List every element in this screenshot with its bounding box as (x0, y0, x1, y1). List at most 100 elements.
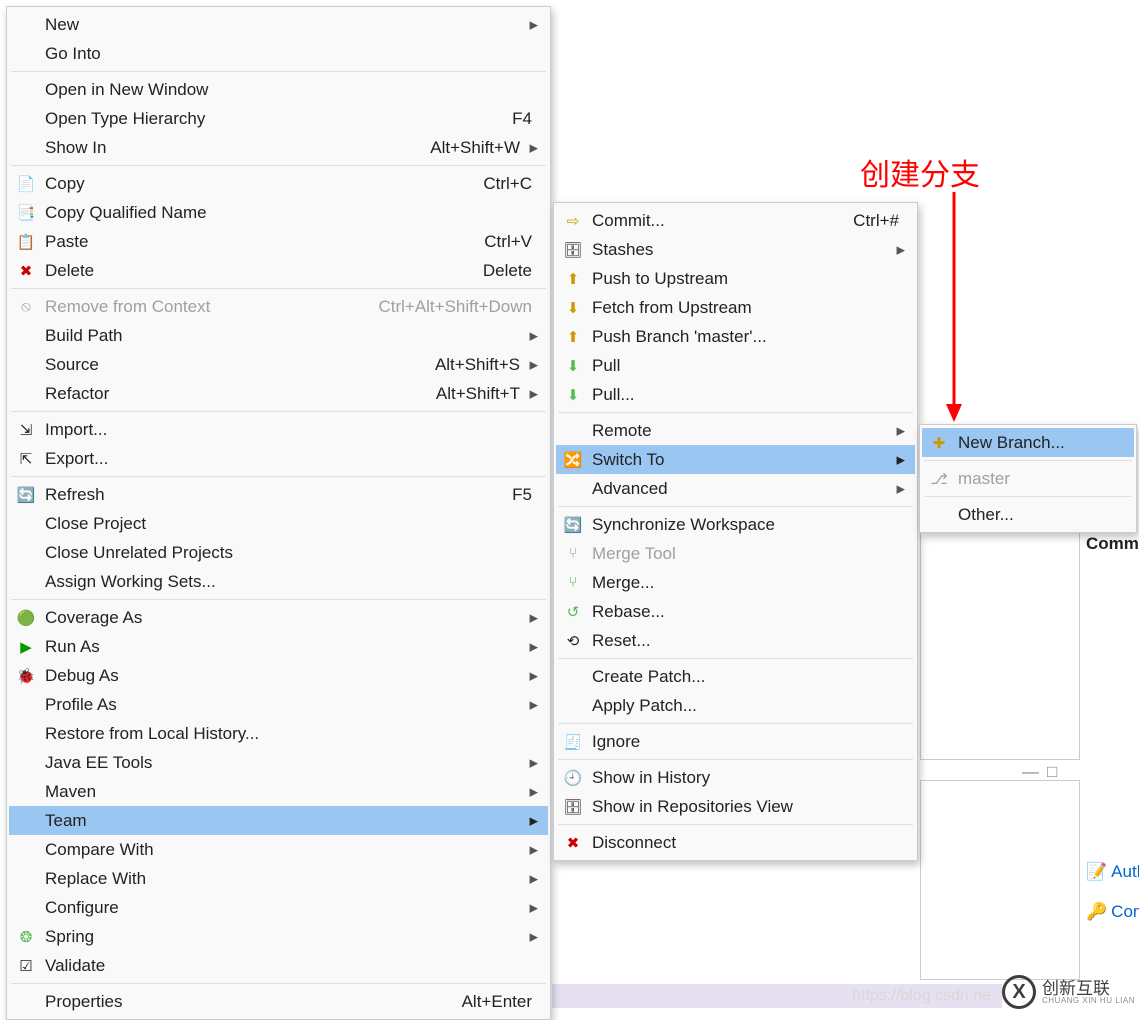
minimize-icon[interactable]: — (1022, 762, 1039, 782)
main-menu-item-open-in-new-window[interactable]: Open in New Window (9, 75, 548, 104)
main-menu-item-refresh[interactable]: 🔄RefreshF5 (9, 480, 548, 509)
menu-separator (558, 412, 913, 413)
validate-icon: ☑ (15, 957, 37, 975)
main-menu-item-run-as[interactable]: ▶Run As▸ (9, 632, 548, 661)
main-menu-item-coverage-as[interactable]: 🟢Coverage As▸ (9, 603, 548, 632)
menu-item-label: Pull... (592, 385, 905, 405)
menu-item-label: Compare With (45, 840, 526, 860)
main-menu-item-delete[interactable]: ✖DeleteDelete (9, 256, 548, 285)
logo-glyph-icon: X (1002, 975, 1036, 1009)
menu-item-label: Close Project (45, 514, 538, 534)
main-menu-item-validate[interactable]: ☑ Validate (9, 951, 548, 980)
main-menu-item-new[interactable]: New▸ (9, 10, 548, 39)
menu-item-label: Team (45, 811, 526, 831)
sync-workspace-icon: 🔄 (562, 516, 584, 534)
menu-item-label: Validate (45, 956, 538, 976)
main-menu-item-debug-as[interactable]: 🐞Debug As▸ (9, 661, 548, 690)
branch-icon: ⎇ (928, 470, 950, 488)
team-menu-item-synchronize-workspace[interactable]: 🔄Synchronize Workspace (556, 510, 915, 539)
menu-item-label: New (45, 15, 526, 35)
menu-item-accel: Alt+Shift+T (436, 384, 526, 404)
team-menu-item-commit[interactable]: ⇨Commit...Ctrl+# (556, 206, 915, 235)
context-menu-main[interactable]: New▸Go IntoOpen in New WindowOpen Type H… (6, 6, 551, 1020)
author-link[interactable]: 📝 Auth (1086, 862, 1139, 882)
main-menu-item-open-type-hierarchy[interactable]: Open Type HierarchyF4 (9, 104, 548, 133)
team-menu-item-show-in-history[interactable]: 🕘Show in History (556, 763, 915, 792)
main-menu-item-import[interactable]: ⇲Import... (9, 415, 548, 444)
main-menu-item-show-in[interactable]: Show InAlt+Shift+W▸ (9, 133, 548, 162)
main-menu-item-assign-working-sets[interactable]: Assign Working Sets... (9, 567, 548, 596)
main-menu-item-compare-with[interactable]: Compare With▸ (9, 835, 548, 864)
committer-link[interactable]: 🔑 Com (1086, 902, 1139, 922)
main-menu-item-source[interactable]: SourceAlt+Shift+S▸ (9, 350, 548, 379)
maximize-icon[interactable]: □ (1047, 762, 1057, 782)
main-menu-item-configure[interactable]: Configure▸ (9, 893, 548, 922)
main-menu-item-copy-qualified-name[interactable]: 📑Copy Qualified Name (9, 198, 548, 227)
team-menu-item-merge[interactable]: ⑂Merge... (556, 568, 915, 597)
logo-text: 创新互联 (1042, 980, 1135, 997)
submenu-arrow-icon: ▸ (526, 666, 538, 686)
menu-item-accel: F5 (512, 485, 538, 505)
export-icon: ⇱ (15, 450, 37, 468)
team-menu-item-reset[interactable]: ⟲Reset... (556, 626, 915, 655)
team-menu-item-pull[interactable]: ⬇Pull... (556, 380, 915, 409)
main-menu-item-refactor[interactable]: RefactorAlt+Shift+T▸ (9, 379, 548, 408)
import-icon: ⇲ (15, 421, 37, 439)
team-menu-item-pull[interactable]: ⬇Pull (556, 351, 915, 380)
main-menu-item-replace-with[interactable]: Replace With▸ (9, 864, 548, 893)
logo: X 创新互联 CHUANG XIN HU LIAN (1002, 975, 1135, 1009)
team-menu-item-stashes[interactable]: 🗄Stashes▸ (556, 235, 915, 264)
team-menu-item-create-patch[interactable]: Create Patch... (556, 662, 915, 691)
context-menu-team[interactable]: ⇨Commit...Ctrl+#🗄Stashes▸⬆Push to Upstre… (553, 202, 918, 861)
team-menu-item-apply-patch[interactable]: Apply Patch... (556, 691, 915, 720)
main-menu-item-go-into[interactable]: Go Into (9, 39, 548, 68)
menu-item-label: Commit... (592, 211, 853, 231)
menu-item-label: Other... (958, 505, 1124, 525)
menu-item-label: Spring (45, 927, 526, 947)
menu-separator (11, 288, 546, 289)
menu-item-label: Push Branch 'master'... (592, 327, 905, 347)
main-menu-item-close-project[interactable]: Close Project (9, 509, 548, 538)
team-menu-item-disconnect[interactable]: ✖Disconnect (556, 828, 915, 857)
team-menu-item-fetch-from-upstream[interactable]: ⬇Fetch from Upstream (556, 293, 915, 322)
merge-icon: ⑂ (562, 574, 584, 591)
team-menu-item-switch-to[interactable]: 🔀Switch To▸ (556, 445, 915, 474)
main-menu-item-paste[interactable]: 📋PasteCtrl+V (9, 227, 548, 256)
main-menu-item-maven[interactable]: Maven▸ (9, 777, 548, 806)
submenu-arrow-icon: ▸ (526, 355, 538, 375)
team-menu-item-push-to-upstream[interactable]: ⬆Push to Upstream (556, 264, 915, 293)
menu-item-accel: Ctrl+# (853, 211, 905, 231)
submenu-arrow-icon: ▸ (893, 450, 905, 470)
team-menu-item-push-branch-master[interactable]: ⬆Push Branch 'master'... (556, 322, 915, 351)
switch-menu-item-other[interactable]: Other... (922, 500, 1134, 529)
main-menu-item-profile-as[interactable]: Profile As▸ (9, 690, 548, 719)
main-menu-item-properties[interactable]: PropertiesAlt+Enter (9, 987, 548, 1016)
submenu-arrow-icon: ▸ (526, 927, 538, 947)
menu-item-label: Restore from Local History... (45, 724, 538, 744)
menu-item-label: Profile As (45, 695, 526, 715)
url-watermark: https://blog.csdn.ne (852, 987, 991, 1005)
menu-item-label: Paste (45, 232, 484, 252)
main-menu-item-export[interactable]: ⇱Export... (9, 444, 548, 473)
submenu-arrow-icon: ▸ (526, 384, 538, 404)
menu-separator (11, 599, 546, 600)
switch-menu-item-new-branch[interactable]: ✚New Branch... (922, 428, 1134, 457)
team-menu-item-remote[interactable]: Remote▸ (556, 416, 915, 445)
menu-separator (11, 476, 546, 477)
switch-to-icon: 🔀 (562, 451, 584, 469)
main-menu-item-build-path[interactable]: Build Path▸ (9, 321, 548, 350)
menu-item-label: Apply Patch... (592, 696, 905, 716)
team-menu-item-advanced[interactable]: Advanced▸ (556, 474, 915, 503)
context-menu-switch-to[interactable]: ✚New Branch... ⎇ master Other... (919, 424, 1137, 533)
team-menu-item-ignore[interactable]: 🧾Ignore (556, 727, 915, 756)
team-menu-item-rebase[interactable]: ↺Rebase... (556, 597, 915, 626)
menu-item-label: master (958, 469, 1124, 489)
menu-item-label: Ignore (592, 732, 905, 752)
main-menu-item-restore-from-local-history[interactable]: Restore from Local History... (9, 719, 548, 748)
main-menu-item-copy[interactable]: 📄CopyCtrl+C (9, 169, 548, 198)
main-menu-item-spring[interactable]: ❂Spring▸ (9, 922, 548, 951)
main-menu-item-close-unrelated-projects[interactable]: Close Unrelated Projects (9, 538, 548, 567)
main-menu-item-team[interactable]: Team▸ (9, 806, 548, 835)
team-menu-item-show-in-repositories-view[interactable]: 🗄Show in Repositories View (556, 792, 915, 821)
main-menu-item-java-ee-tools[interactable]: Java EE Tools▸ (9, 748, 548, 777)
